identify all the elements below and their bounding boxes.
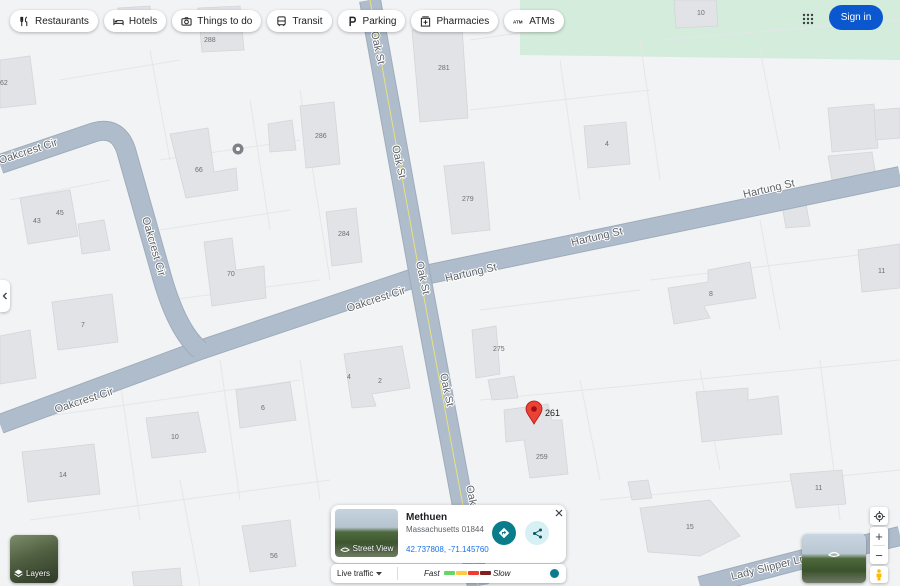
house-number: 56 [270, 553, 278, 560]
chip-label: ATMs [529, 15, 555, 27]
house-number: 11 [815, 485, 822, 492]
house-number: 279 [462, 196, 474, 203]
chevron-down-icon [376, 571, 383, 575]
house-number: 62 [0, 80, 8, 87]
share-icon [532, 528, 542, 538]
category-chips: Restaurants Hotels Things to do Transit … [10, 10, 564, 32]
share-button[interactable] [525, 521, 549, 545]
chip-parking[interactable]: Parking [337, 10, 406, 32]
bed-icon [113, 18, 124, 25]
house-number: 281 [438, 65, 450, 72]
poi-icon[interactable] [232, 143, 244, 155]
chip-restaurants[interactable]: Restaurants [10, 10, 98, 32]
house-number: 4 [605, 141, 609, 148]
layers-button[interactable]: Layers [10, 535, 58, 583]
collapse-side-panel-button[interactable] [0, 280, 10, 312]
my-location-button[interactable] [870, 507, 888, 525]
chevron-left-icon [2, 292, 7, 300]
place-title: Methuen [406, 512, 448, 523]
traffic-legend-swatch [468, 571, 479, 575]
house-number: 15 [686, 524, 694, 531]
chip-label: Pharmacies [436, 15, 490, 27]
traffic-fast-label: Fast [424, 569, 440, 578]
traffic-legend-swatch [480, 571, 491, 575]
house-number: 4 [347, 374, 351, 381]
parking-icon [349, 16, 356, 26]
pegman-button[interactable] [870, 566, 888, 583]
street-view-icon [339, 547, 350, 552]
chip-label: Things to do [197, 15, 253, 27]
chip-hotels[interactable]: Hotels [103, 10, 167, 32]
place-subtitle: Massachusetts 01844 [406, 525, 484, 534]
apps-grid-icon [802, 13, 814, 25]
house-number: 6 [261, 405, 265, 412]
house-number: 2 [378, 378, 382, 385]
map-canvas[interactable]: Oak St Oak St Oak St Oak St Oak St Oakcr… [0, 0, 900, 586]
place-coordinates[interactable]: 42.737808, -71.145760 [406, 545, 489, 554]
house-number: 43 [33, 218, 41, 225]
zoom-in-button[interactable]: + [870, 527, 888, 545]
chip-pharmacies[interactable]: Pharmacies [411, 10, 499, 32]
chip-label: Hotels [128, 15, 158, 27]
pharmacy-icon [421, 15, 431, 27]
close-button[interactable] [553, 507, 565, 519]
svg-text:ATM: ATM [513, 19, 523, 24]
house-number: 284 [338, 231, 350, 238]
house-number: 275 [493, 346, 505, 353]
traffic-toggle[interactable] [550, 569, 559, 578]
house-number: 45 [56, 210, 64, 217]
street-view-thumbnail[interactable]: Street View [335, 509, 398, 557]
house-number: 10 [171, 434, 179, 441]
traffic-legend-swatch [444, 571, 455, 575]
camera-icon [181, 16, 192, 26]
house-number: 259 [536, 454, 548, 461]
house-number: 10 [697, 10, 705, 17]
zoom-out-button[interactable]: − [870, 546, 888, 564]
house-number: 286 [315, 133, 327, 140]
layers-label: Layers [26, 569, 51, 578]
restaurant-icon [20, 15, 28, 26]
house-number: 70 [227, 271, 235, 278]
pegman-icon [876, 568, 882, 580]
traffic-bar: Live traffic Fast Slow [331, 564, 566, 583]
close-icon [555, 509, 563, 517]
traffic-legend-scale [444, 571, 491, 575]
apps-button[interactable] [796, 7, 820, 31]
marker-label: 261 [545, 408, 560, 418]
layers-icon [14, 569, 23, 578]
live-traffic-label: Live traffic [337, 569, 374, 578]
my-location-icon [873, 510, 885, 522]
street-view-label: Street View [335, 544, 398, 553]
zoom-controls: + − [870, 527, 888, 564]
chip-transit[interactable]: Transit [267, 10, 332, 32]
chip-label: Transit [292, 15, 323, 27]
street-view-360-icon [828, 551, 840, 558]
bus-icon [277, 15, 286, 26]
street-view-preview[interactable] [802, 534, 866, 583]
house-number: 7 [81, 322, 85, 329]
sign-in-button[interactable]: Sign in [829, 5, 883, 30]
house-number: 66 [195, 167, 203, 174]
live-traffic-dropdown[interactable]: Live traffic [337, 569, 383, 578]
chip-label: Restaurants [35, 15, 89, 27]
chip-label: Parking [362, 15, 397, 27]
place-card: Street View Methuen Massachusetts 01844 … [331, 505, 566, 563]
house-number: 8 [709, 291, 713, 298]
traffic-slow-label: Slow [493, 569, 511, 578]
directions-icon [498, 527, 510, 539]
directions-button[interactable] [492, 521, 516, 545]
street-view-text: Street View [352, 544, 394, 553]
chip-atms[interactable]: ATM ATMs [504, 10, 564, 32]
traffic-legend-swatch [456, 571, 467, 575]
house-number: 288 [204, 37, 216, 44]
atm-icon: ATM [513, 19, 523, 24]
divider [397, 567, 398, 580]
chip-things-to-do[interactable]: Things to do [172, 10, 262, 32]
layers-label-group: Layers [14, 569, 50, 578]
house-number: 11 [878, 268, 885, 275]
house-number: 14 [59, 472, 67, 479]
